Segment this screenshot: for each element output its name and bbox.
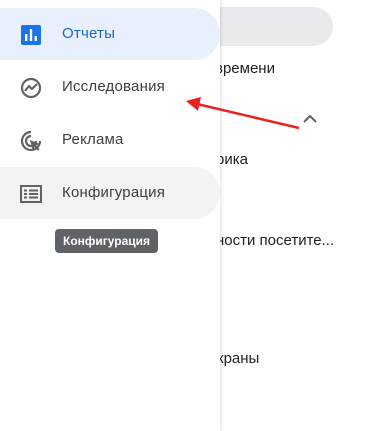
chevron-up-icon[interactable] — [301, 110, 319, 128]
ads-click-icon — [20, 130, 42, 152]
sidebar-item-label: Отчеты — [62, 25, 116, 42]
sidebar-item-label: Исследования — [62, 78, 165, 95]
list-icon — [20, 185, 42, 203]
sidebar-item-configure[interactable]: Конфигурация — [0, 167, 220, 219]
sidebar-nav: Отчеты Исследования Реклама Конфигурация… — [0, 0, 220, 431]
sidebar-item-reports[interactable]: Отчеты — [0, 8, 220, 60]
bg-text-screens: краны — [217, 350, 260, 367]
bg-text-metric: рика — [216, 151, 248, 168]
bg-text-visitors: ности посетите... — [216, 232, 335, 249]
bg-text-time: времени — [215, 60, 275, 77]
sidebar-item-explore[interactable]: Исследования — [0, 61, 220, 113]
bar-chart-icon — [21, 25, 41, 45]
tooltip: Конфигурация — [55, 229, 159, 253]
explore-icon — [20, 77, 42, 99]
sidebar-item-label: Реклама — [62, 131, 124, 148]
sidebar-item-label: Конфигурация — [62, 184, 166, 201]
sidebar-item-ads[interactable]: Реклама — [0, 114, 220, 166]
